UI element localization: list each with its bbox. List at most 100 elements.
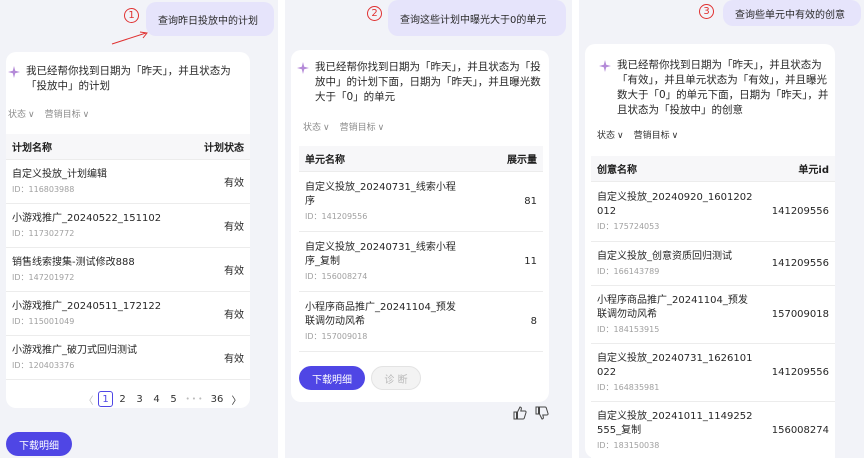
row-name: 小程序商品推广_20241104_预发联调勿动风希 [597,294,748,320]
row-unit-id: 141209556 [771,206,829,217]
row-id: ID：147201972 [12,272,75,282]
row-id: ID：120403376 [12,360,75,370]
table-row[interactable]: 自定义投放_20240731_1626101022 ID：164835981 14… [591,344,835,402]
table-row[interactable]: 销售线索搜集-测试修改888 ID：147201972 有效 [6,248,250,292]
row-status: 有效 [224,310,244,321]
diagnose-button[interactable]: 诊 断 [371,366,421,390]
pagination-page-4[interactable]: 4 [149,391,164,407]
row-unit-id: 157009018 [771,309,829,320]
row-status: 有效 [224,178,244,189]
column-header-plan-status: 计划状态 [204,143,244,154]
row-name: 自定义投放_20240731_线索小程序_复制 [305,241,456,267]
pagination: 〈 1 2 3 4 5 • • • 36 〉 [80,391,245,407]
plan-table: 计划名称 计划状态 自定义投放_计划编辑 ID：116803988 有效 小游戏推… [6,134,250,380]
row-name: 销售线索搜集-测试修改888 [12,256,135,268]
filter-marketing-goal[interactable]: 营销目标 ∨ [340,120,385,133]
user-query-bubble: 查询昨日投放中的计划 [146,2,274,36]
unit-table: 单元名称 展示量 自定义投放_20240731_线索小程序 ID：14120955… [299,146,543,352]
row-name: 小游戏推广_破刀式回归测试 [12,344,137,356]
filter-status[interactable]: 状态 ∨ [8,107,35,120]
row-unit-id: 141209556 [771,367,829,378]
column-header-creative-name: 创意名称 [597,165,637,176]
sparkle-icon [8,66,20,78]
table-row[interactable]: 小程序商品推广_20241104_预发联调勿动风希 ID：184153915 15… [591,286,835,344]
row-id: ID：183150038 [597,440,660,450]
chevron-down-icon: ∨ [28,110,35,120]
table-row[interactable]: 小游戏推广_破刀式回归测试 ID：120403376 有效 [6,336,250,380]
pagination-page-2[interactable]: 2 [115,391,130,407]
column-header-impressions: 展示量 [507,155,537,166]
step-number-1: 1 [124,8,139,23]
table-header: 单元名称 展示量 [299,146,543,172]
pagination-prev[interactable]: 〈 [81,391,96,407]
row-name: 自定义投放_20240731_1626101022 [597,352,753,378]
creative-table: 创意名称 单元id 自定义投放_20240920_1601202012 ID：17… [591,156,835,458]
user-query-bubble: 查询这些计划中曝光大于0的单元 [388,0,566,36]
table-row[interactable]: 自定义投放_创意资质回归测试 ID：166143789 141209556 [591,242,835,286]
filter-status[interactable]: 状态 ∨ [597,128,624,141]
filter-marketing-goal[interactable]: 营销目标 ∨ [634,128,679,141]
row-name: 自定义投放_创意资质回归测试 [597,250,732,262]
column-header-plan-name: 计划名称 [12,143,52,154]
row-unit-id: 156008274 [771,425,829,436]
row-id: ID：115001049 [12,316,75,326]
row-status: 有效 [224,266,244,277]
filter-bar: 状态 ∨ 营销目标 ∨ [303,120,384,133]
ai-response-card: 我已经帮你找到日期为「昨天」，并且状态为「投放中」的计划下面，日期为「昨天」，并… [291,50,549,402]
filter-bar: 状态 ∨ 营销目标 ∨ [8,107,89,120]
thumbs-up-icon[interactable] [513,406,527,420]
pagination-page-3[interactable]: 3 [132,391,147,407]
ai-message: 我已经帮你找到日期为「昨天」，并且状态为「投放中」的计划 [26,65,231,92]
sparkle-icon [599,60,611,72]
table-header: 创意名称 单元id [591,156,835,182]
table-row[interactable]: 自定义投放_20240920_1601202012 ID：175724053 14… [591,182,835,242]
table-row[interactable]: 小游戏推广_20240522_151102 ID：117302772 有效 [6,204,250,248]
row-name: 自定义投放_计划编辑 [12,168,107,180]
row-id: ID：157009018 [305,331,368,341]
ai-message: 我已经帮你找到日期为「昨天」，并且状态为「投放中」的计划下面，日期为「昨天」，并… [315,61,541,103]
download-details-button[interactable]: 下载明细 [6,432,72,456]
row-id: ID：117302772 [12,228,75,238]
table-row[interactable]: 小游戏推广_20240511_172122 ID：115001049 有效 [6,292,250,336]
table-header: 计划名称 计划状态 [6,134,250,160]
column-header-unit-id: 单元id [798,165,829,176]
pagination-ellipsis[interactable]: • • • [183,391,205,407]
row-id: ID：175724053 [597,221,660,231]
download-details-button[interactable]: 下载明细 [299,366,365,390]
pagination-next[interactable]: 〉 [229,391,244,407]
thumbs-down-icon[interactable] [535,406,549,420]
chevron-down-icon: ∨ [82,110,90,120]
table-row[interactable]: 自定义投放_20240731_线索小程序_复制 ID：156008274 11 [299,232,543,292]
row-name: 自定义投放_20240920_1601202012 [597,191,753,217]
row-id: ID：164835981 [597,382,660,392]
step-number-3: 3 [699,4,714,19]
table-row[interactable]: 自定义投放_20241011_1149252555_复制 ID：183150038… [591,402,835,458]
pagination-page-1[interactable]: 1 [98,391,113,407]
pagination-page-5[interactable]: 5 [166,391,181,407]
row-id: ID：166143789 [597,266,660,276]
user-query-bubble: 查询些单元中有效的创意 [723,0,861,26]
filter-status[interactable]: 状态 ∨ [303,120,330,133]
row-unit-id: 141209556 [771,258,829,269]
ai-message: 我已经帮你找到日期为「昨天」，并且状态为「有效」，并且单元状态为「有效」，并且曝… [617,59,829,116]
chevron-down-icon: ∨ [323,123,330,133]
pagination-page-last[interactable]: 36 [207,391,227,407]
table-row[interactable]: 自定义投放_20240731_线索小程序 ID：141209556 81 [299,172,543,232]
row-id: ID：156008274 [305,271,368,281]
chevron-down-icon: ∨ [377,123,385,133]
table-row[interactable]: 小程序商品推广_20241104_预发联调勿动风希 ID：157009018 8 [299,292,543,352]
conversation-panel-3: 3 查询些单元中有效的创意 我已经帮你找到日期为「昨天」，并且状态为「有效」，并… [579,0,864,458]
conversation-panel-2: 2 查询这些计划中曝光大于0的单元 我已经帮你找到日期为「昨天」，并且状态为「投… [285,0,572,458]
sparkle-icon [297,62,309,74]
column-header-unit-name: 单元名称 [305,155,345,166]
row-name: 自定义投放_20240731_线索小程序 [305,181,456,207]
ai-response-card: 我已经帮你找到日期为「昨天」，并且状态为「有效」，并且单元状态为「有效」，并且曝… [585,44,835,458]
row-id: ID：141209556 [305,211,368,221]
row-impressions: 11 [524,256,537,267]
row-name: 小游戏推广_20240511_172122 [12,300,162,312]
filter-marketing-goal[interactable]: 营销目标 ∨ [45,107,90,120]
row-impressions: 81 [524,196,537,207]
table-row[interactable]: 自定义投放_计划编辑 ID：116803988 有效 [6,160,250,204]
chevron-down-icon: ∨ [617,131,624,141]
row-status: 有效 [224,354,244,365]
